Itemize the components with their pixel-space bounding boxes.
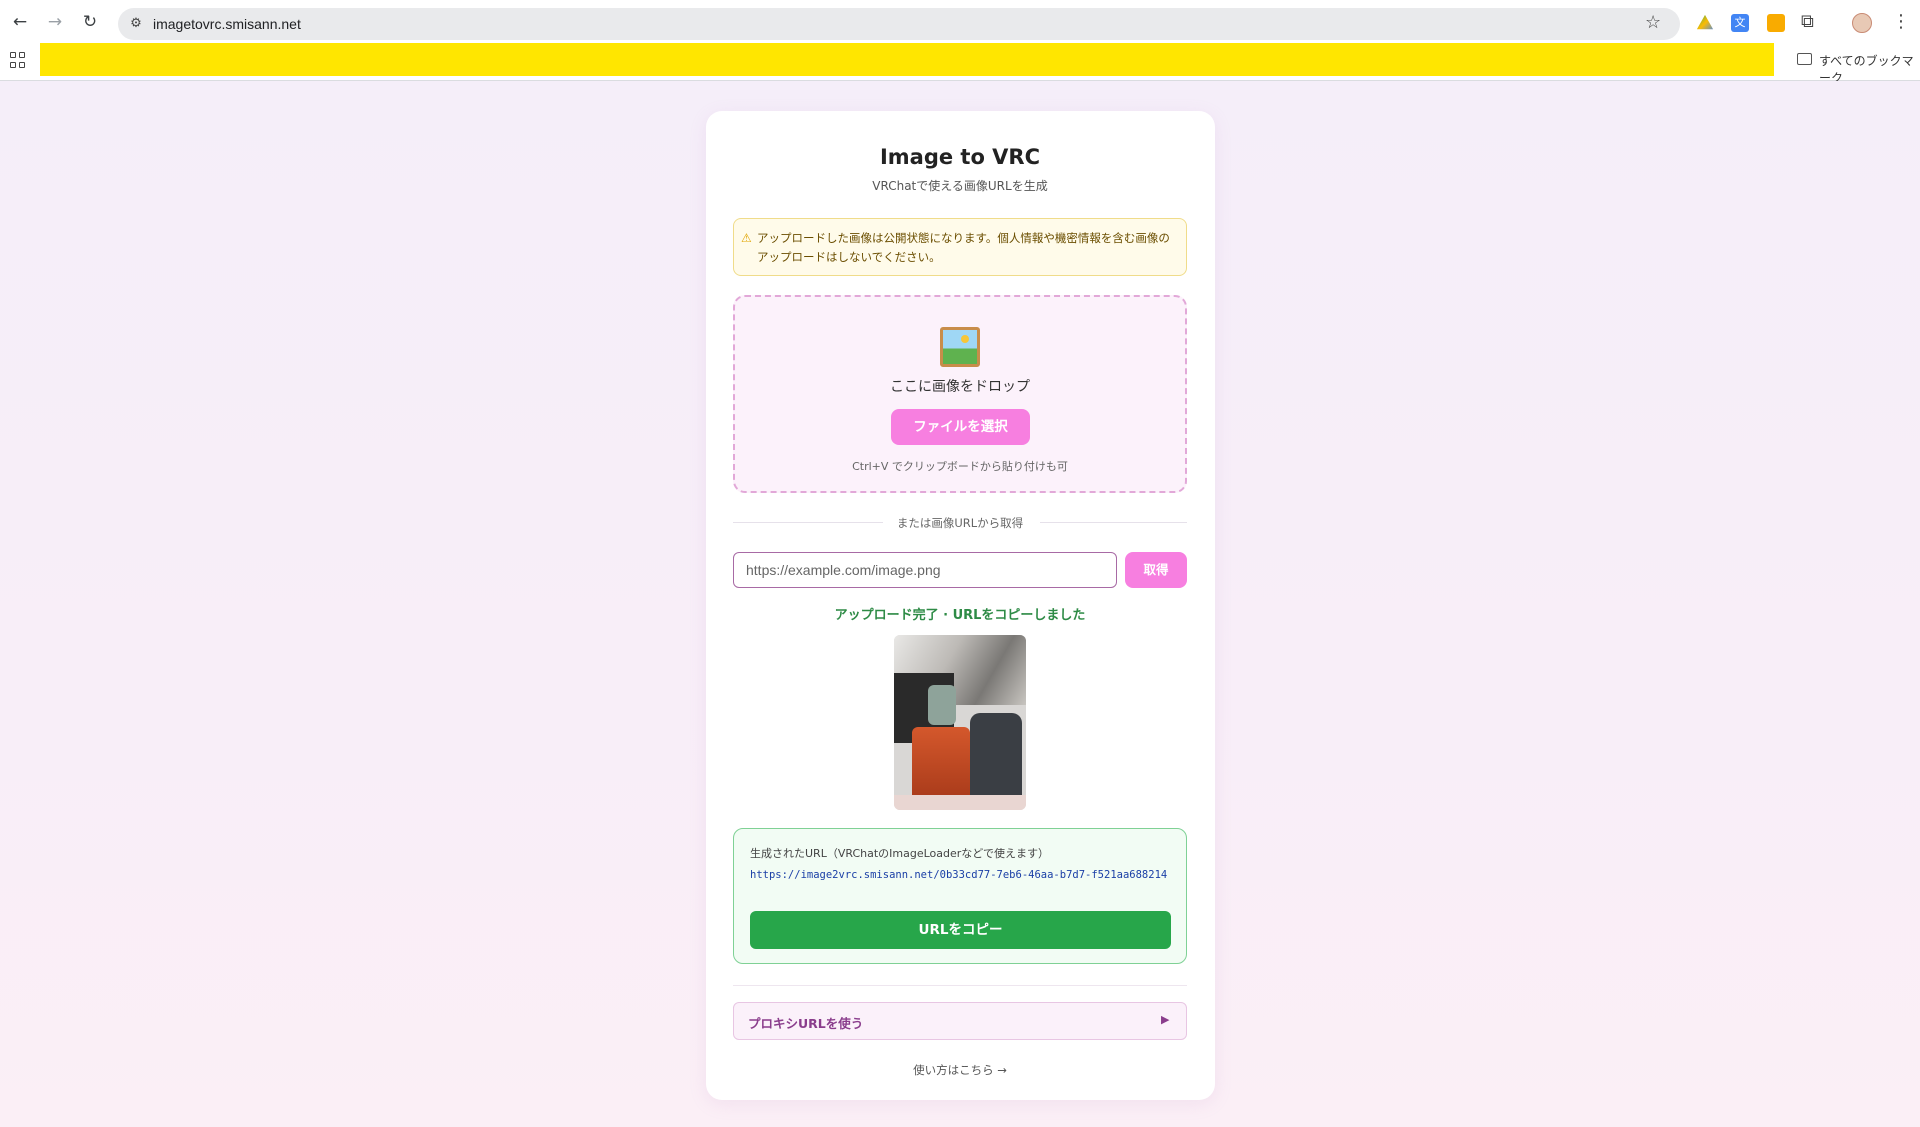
address-bar[interactable]: [118, 8, 1680, 40]
uploaded-image-preview: [894, 635, 1026, 810]
preview-photo-backpack: [970, 713, 1022, 805]
bookmark-star-icon[interactable]: ☆: [1645, 12, 1661, 33]
copy-url-button[interactable]: URLをコピー: [750, 911, 1171, 949]
folder-icon[interactable]: [1797, 53, 1812, 65]
proxy-url-label[interactable]: プロキシURLを使う: [748, 1013, 863, 1032]
bookmarks-bar-highlight: [40, 43, 1774, 76]
extensions-puzzle-icon[interactable]: ⧉: [1801, 11, 1823, 32]
apps-grid-icon[interactable]: [10, 52, 26, 68]
profile-avatar[interactable]: [1852, 13, 1872, 33]
expand-arrow-icon[interactable]: ▶: [1161, 1013, 1169, 1026]
paste-hint: Ctrl+V でクリップボードから貼り付けも可: [852, 460, 1068, 473]
section-divider: [733, 985, 1187, 986]
select-file-button[interactable]: ファイルを選択: [891, 409, 1030, 445]
url-fetch-divider: または画像URLから取得: [896, 516, 1024, 530]
preview-photo-green-bag: [928, 685, 956, 725]
upload-status-message: アップロード完了 · URLをコピーしました: [834, 608, 1086, 623]
fetch-button[interactable]: 取得: [1125, 552, 1187, 588]
page-title: Image to VRC: [879, 145, 1041, 169]
address-bar-url[interactable]: imagetovrc.smisann.net: [153, 16, 301, 32]
framed-picture-icon: [940, 327, 980, 367]
preview-photo-floor: [894, 795, 1026, 810]
how-to-link[interactable]: 使い方はこちら →: [0, 1062, 1920, 1078]
dropzone-label: ここに画像をドロップ: [890, 379, 1030, 395]
yellow-extension-icon[interactable]: [1767, 14, 1785, 32]
translate-extension-icon[interactable]: 文: [1731, 14, 1749, 32]
image-url-input[interactable]: [733, 552, 1117, 588]
browser-menu-icon[interactable]: ⋮: [1892, 11, 1910, 32]
generated-url-text[interactable]: https://image2vrc.smisann.net/0b33cd77-7…: [750, 866, 1175, 884]
generated-url-label: 生成されたURL（VRChatのImageLoaderなどで使えます）: [750, 847, 1050, 860]
forward-icon[interactable]: →: [43, 10, 67, 34]
site-settings-icon[interactable]: ⚙: [126, 14, 146, 34]
reload-icon[interactable]: ↻: [78, 10, 102, 34]
page-subtitle: VRChatで使える画像URLを生成: [872, 179, 1048, 193]
warning-text: アップロードした画像は公開状態になります。個人情報や機密情報を含む画像のアップロ…: [757, 231, 1170, 264]
warning-icon: ⚠: [741, 231, 752, 245]
back-icon[interactable]: ←: [8, 10, 32, 34]
preview-photo-suitcase: [912, 727, 970, 801]
